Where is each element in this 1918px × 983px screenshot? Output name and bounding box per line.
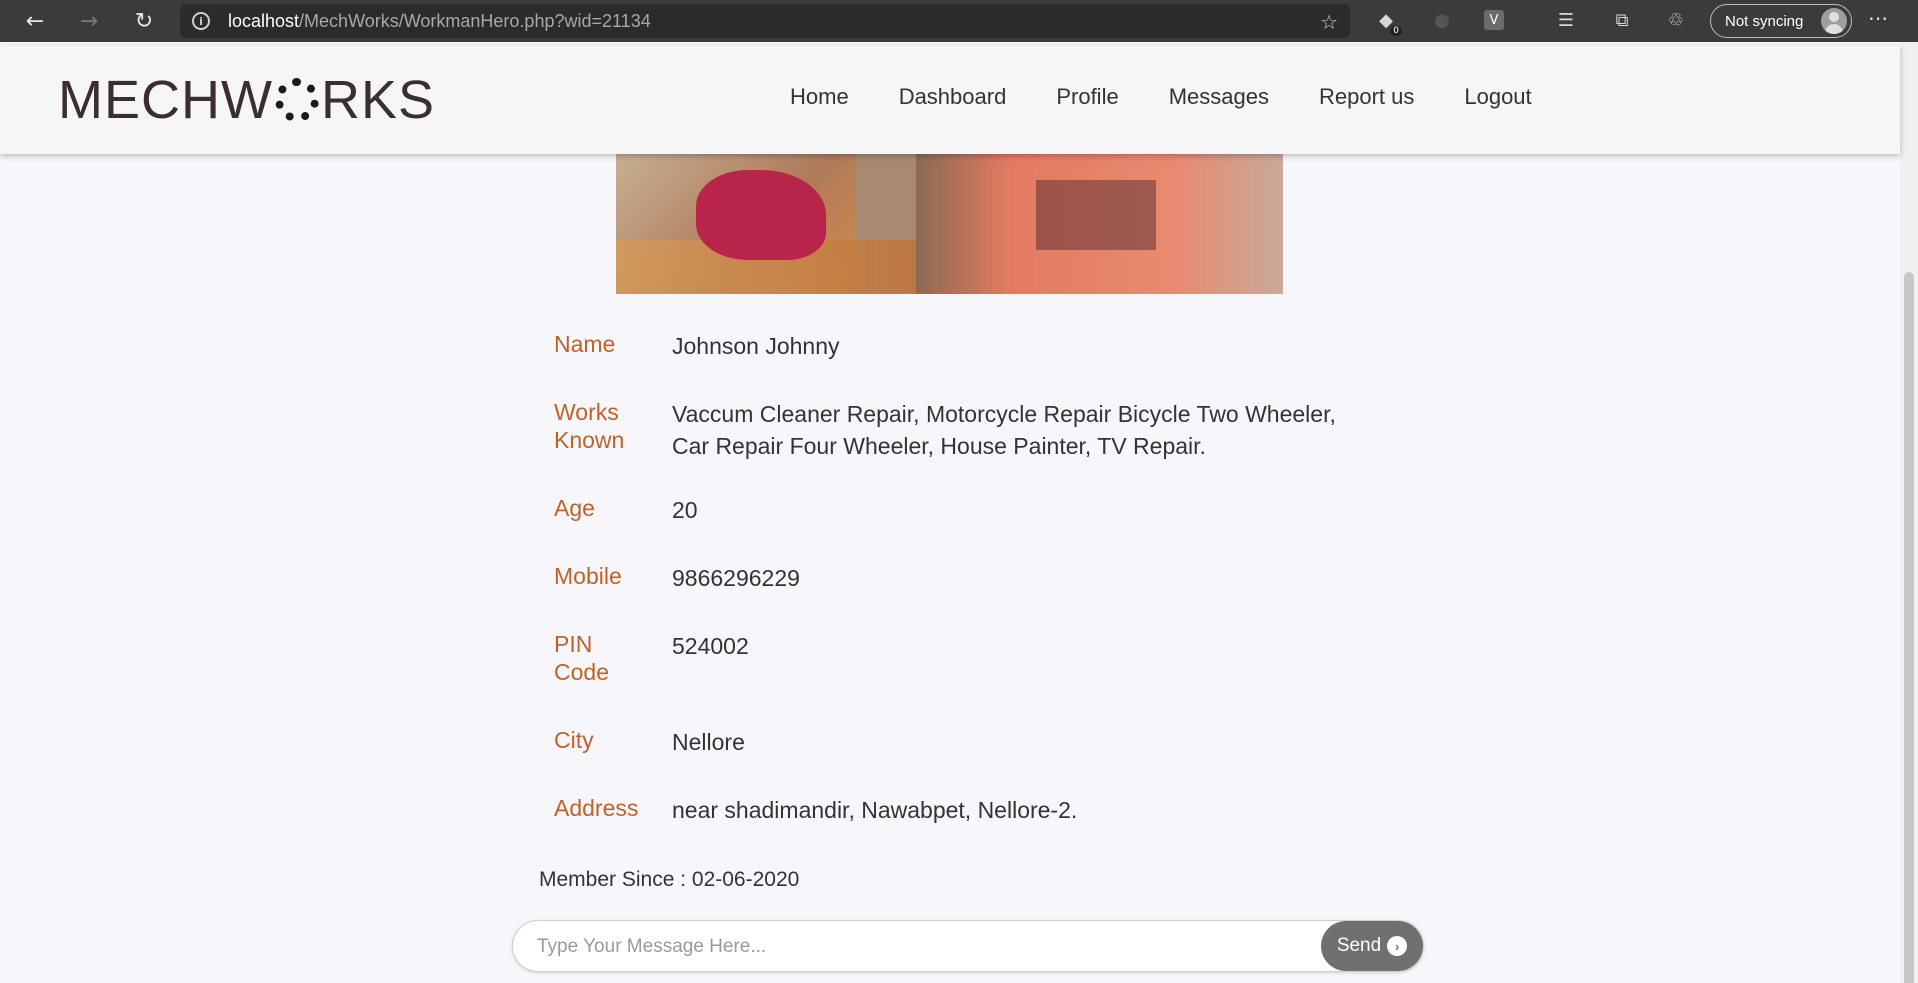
extension-icon[interactable]: ◆ 0 xyxy=(1374,8,1402,36)
name-label: Name xyxy=(554,331,616,357)
page-scrollbar[interactable] xyxy=(1900,42,1918,983)
message-form: Send › xyxy=(512,920,1424,972)
extension-v-icon[interactable]: V xyxy=(1484,10,1504,30)
pin-label: PIN Code xyxy=(554,631,609,685)
pin-value: 524002 xyxy=(672,633,749,659)
mobile-value: 9866296229 xyxy=(672,565,800,591)
collections-icon[interactable]: ⧉ xyxy=(1610,8,1634,32)
member-since: Member Since : 02-06-2020 xyxy=(539,868,800,891)
main-nav: Home Dashboard Profile Messages Report u… xyxy=(790,84,1582,110)
info-icon[interactable]: i xyxy=(192,12,210,30)
profile-sync-button[interactable]: Not syncing xyxy=(1710,4,1852,38)
more-options-icon[interactable]: ⋯ xyxy=(1868,6,1888,30)
nav-messages[interactable]: Messages xyxy=(1169,84,1269,110)
gear-icon xyxy=(274,77,319,122)
add-favorite-icon[interactable]: ☆ xyxy=(1320,10,1338,34)
browser-toolbar: ← → ↻ i localhost/MechWorks/WorkmanHero.… xyxy=(0,0,1918,42)
extension-badge: 0 xyxy=(1390,26,1402,36)
scrollbar-thumb[interactable] xyxy=(1904,272,1914,983)
nav-logout[interactable]: Logout xyxy=(1464,84,1531,110)
city-label: City xyxy=(554,727,594,753)
name-value: Johnson Johnny xyxy=(672,333,840,359)
avatar xyxy=(1821,8,1847,34)
url-text[interactable]: localhost/MechWorks/WorkmanHero.php?wid=… xyxy=(228,11,651,32)
sharing-icon[interactable]: ♲ xyxy=(1664,8,1688,32)
back-icon[interactable]: ← xyxy=(13,0,57,42)
nav-profile[interactable]: Profile xyxy=(1056,84,1118,110)
address-value: near shadimandir, Nawabpet, Nellore-2. xyxy=(672,797,1078,823)
forward-icon[interactable]: → xyxy=(67,0,111,42)
address-bar[interactable]: i localhost/MechWorks/WorkmanHero.php?wi… xyxy=(180,4,1350,38)
send-label: Send xyxy=(1336,935,1382,956)
refresh-icon[interactable]: ↻ xyxy=(122,0,166,42)
nav-dashboard[interactable]: Dashboard xyxy=(899,84,1007,110)
age-value: 20 xyxy=(672,497,698,523)
extension-dim-icon[interactable]: ● xyxy=(1430,8,1454,32)
nav-report-us[interactable]: Report us xyxy=(1319,84,1414,110)
age-label: Age xyxy=(554,495,595,521)
works-value: Vaccum Cleaner Repair, Motorcycle Repair… xyxy=(672,401,1336,459)
workman-photo xyxy=(616,130,1283,294)
chevron-right-circle-icon: › xyxy=(1387,936,1408,956)
message-input[interactable] xyxy=(537,931,1287,963)
works-label: Works Known xyxy=(554,399,625,453)
send-button[interactable]: Send › xyxy=(1321,921,1423,971)
mobile-label: Mobile xyxy=(554,563,622,589)
sync-label: Not syncing xyxy=(1725,12,1804,30)
address-label: Address xyxy=(554,795,639,821)
favorites-icon[interactable]: ☰ xyxy=(1554,8,1578,32)
city-value: Nellore xyxy=(672,729,745,755)
mechworks-logo[interactable]: MECHW RKS xyxy=(58,72,435,128)
site-header: MECHW RKS Home Dashboard Profile Messages… xyxy=(0,46,1900,154)
nav-home[interactable]: Home xyxy=(790,84,849,110)
